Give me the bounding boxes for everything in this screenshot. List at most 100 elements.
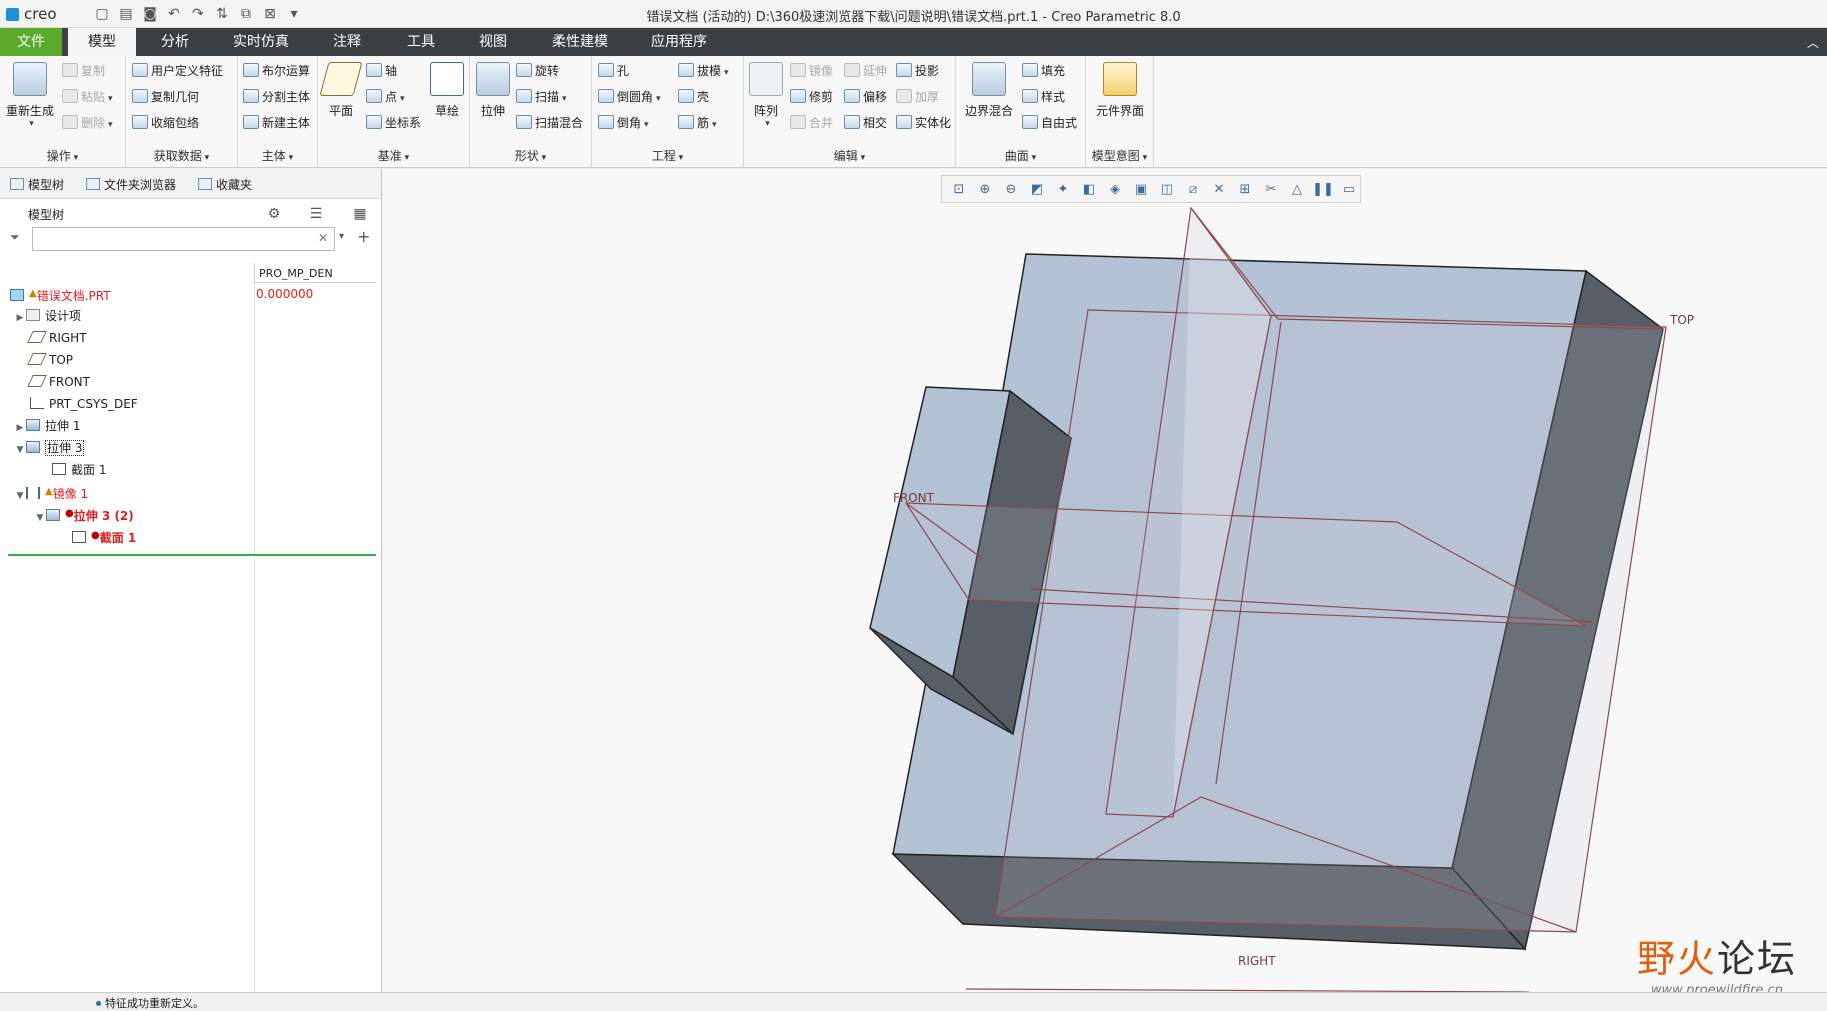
expand-icon[interactable]: ▶ — [14, 307, 26, 329]
search-dropdown-icon[interactable]: ▾ — [339, 231, 344, 242]
group-label[interactable]: 工程 — [592, 147, 743, 164]
datum-label-right[interactable]: RIGHT — [1238, 954, 1276, 968]
point-button[interactable]: 点 ▾ — [366, 86, 405, 108]
group-shapes: 拉伸 旋转 扫描 ▾ 扫描混合 形状 — [470, 56, 592, 168]
sketch-button[interactable]: 草绘 — [428, 62, 466, 119]
tree-row-extrude-1[interactable]: ▶ 拉伸 1 — [14, 415, 80, 437]
collapse-icon[interactable]: ▼ — [14, 485, 26, 507]
fill-button[interactable]: 填充 — [1022, 60, 1065, 82]
chamfer-button[interactable]: 倒角 ▾ — [598, 112, 649, 134]
trim-button[interactable]: 修剪 — [790, 86, 833, 108]
tab-live-simulation[interactable]: 实时仿真 — [216, 28, 306, 56]
column-header[interactable]: PRO_MP_DEN — [254, 263, 376, 283]
tab-applications[interactable]: 应用程序 — [634, 28, 724, 56]
tab-view[interactable]: 视图 — [458, 28, 528, 56]
mirror-button[interactable]: 镜像 — [790, 60, 833, 82]
hole-button[interactable]: 孔 — [598, 60, 629, 82]
model-viewport[interactable]: TOP FRONT RIGHT — [383, 169, 1827, 992]
delete-button[interactable]: 删除 ▾ — [62, 112, 113, 134]
collapse-ribbon-icon[interactable]: ︿ — [1807, 34, 1819, 51]
group-label[interactable]: 基准 — [318, 147, 469, 164]
collapse-icon[interactable]: ▼ — [14, 439, 26, 461]
draft-button[interactable]: 拔模 ▾ — [678, 60, 729, 82]
sweep-button[interactable]: 扫描 ▾ — [516, 86, 567, 108]
tree-columns-icon[interactable]: ☰ — [306, 204, 326, 224]
tree-row-design-items[interactable]: ▶ 设计项 — [14, 305, 81, 327]
tab-tools[interactable]: 工具 — [386, 28, 456, 56]
round-button[interactable]: 倒圆角 ▾ — [598, 86, 661, 108]
pattern-button[interactable]: 阵列 ▾ — [748, 62, 784, 129]
tree-row-extrude-3-copy[interactable]: ▼ ●拉伸 3 (2) — [34, 503, 134, 525]
group-label[interactable]: 编辑 — [744, 147, 955, 164]
rib-button[interactable]: 筋 ▾ — [678, 112, 717, 134]
swept-blend-button[interactable]: 扫描混合 — [516, 112, 583, 134]
datum-label-front[interactable]: FRONT — [893, 491, 935, 505]
merge-button[interactable]: 合并 — [790, 112, 833, 134]
boolean-button[interactable]: 布尔运算 — [243, 60, 310, 82]
group-label[interactable]: 形状 — [470, 147, 591, 164]
forum-watermark: 野火论坛 www.proewildfire.cn — [1637, 928, 1797, 998]
udf-button[interactable]: 用户定义特征 — [132, 60, 223, 82]
style-button[interactable]: 样式 — [1022, 86, 1065, 108]
insert-indicator[interactable] — [8, 554, 376, 556]
regenerate-button[interactable]: 重新生成 ▾ — [6, 62, 54, 129]
csys-button[interactable]: 坐标系 — [366, 112, 421, 134]
new-body-button[interactable]: 新建主体 — [243, 112, 310, 134]
group-label[interactable]: 模型意图 — [1086, 147, 1153, 164]
clear-icon[interactable]: ✕ — [318, 231, 328, 245]
freestyle-button[interactable]: 自由式 — [1022, 112, 1077, 134]
tab-favorites[interactable]: 收藏夹 — [198, 176, 252, 193]
collapse-icon[interactable]: ▼ — [34, 507, 46, 529]
group-label[interactable]: 操作 — [0, 147, 125, 164]
extend-button[interactable]: 延伸 — [844, 60, 887, 82]
tree-row-section-1[interactable]: 截面 1 — [52, 459, 106, 481]
tree-filter-icon[interactable]: ▦ — [350, 204, 370, 224]
tab-folder-browser[interactable]: 文件夹浏览器 — [86, 176, 176, 193]
tree-row-mirror-1[interactable]: ▼ ▲镜像 1 — [14, 481, 89, 503]
tree-row-right[interactable]: RIGHT — [27, 327, 87, 349]
tab-model-tree[interactable]: 模型树 — [10, 176, 64, 193]
tree-row-front[interactable]: FRONT — [27, 371, 90, 393]
shrinkwrap-icon — [132, 115, 148, 129]
tree-row-root[interactable]: ▲错误文档.PRT — [10, 283, 111, 305]
offset-icon — [844, 89, 860, 103]
ribbon-tabs: 文件 模型 分析 实时仿真 注释 工具 视图 柔性建模 应用程序 ︿ — [0, 28, 1827, 56]
tree-row-csys[interactable]: PRT_CSYS_DEF — [30, 393, 138, 415]
copy-geometry-button[interactable]: 复制几何 — [132, 86, 199, 108]
shrinkwrap-button[interactable]: 收缩包络 — [132, 112, 199, 134]
datum-label-top[interactable]: TOP — [1669, 313, 1694, 327]
add-icon[interactable]: + — [357, 227, 370, 246]
axis-button[interactable]: 轴 — [366, 60, 397, 82]
component-interface-button[interactable]: 元件界面 — [1092, 62, 1148, 119]
graphics-window[interactable]: ⊡ ⊕ ⊖ ◩ ✦ ◧ ◈ ▣ ◫ ⧄ ✕ ⊞ ✂ △ ❚❚ ▭ TOP FRO… — [383, 169, 1827, 992]
split-body-button[interactable]: 分割主体 — [243, 86, 310, 108]
group-label[interactable]: 主体 — [238, 147, 317, 164]
tree-row-extrude-3[interactable]: ▼ 拉伸 3 — [14, 437, 85, 461]
expand-icon[interactable]: ▶ — [14, 417, 26, 439]
tab-model[interactable]: 模型 — [68, 28, 136, 56]
tree-settings-icon[interactable]: ⚙ — [264, 204, 284, 224]
tree-row-section-1-copy[interactable]: ●截面 1 — [72, 525, 136, 547]
plane-button[interactable]: 平面 — [319, 62, 363, 119]
tree-search-input[interactable]: ✕ — [32, 227, 335, 251]
project-button[interactable]: 投影 — [896, 60, 939, 82]
tab-analysis[interactable]: 分析 — [140, 28, 210, 56]
tab-annotate[interactable]: 注释 — [312, 28, 382, 56]
boolean-icon — [243, 63, 259, 77]
intersect-button[interactable]: 相交 — [844, 112, 887, 134]
extrude-button[interactable]: 拉伸 — [474, 62, 512, 119]
tab-flexible-modeling[interactable]: 柔性建模 — [540, 28, 620, 56]
extrude-icon — [26, 419, 40, 431]
group-label[interactable]: 获取数据 — [126, 147, 237, 164]
revolve-button[interactable]: 旋转 — [516, 60, 559, 82]
tab-file[interactable]: 文件 — [0, 28, 62, 56]
paste-button[interactable]: 粘贴 ▾ — [62, 86, 113, 108]
offset-button[interactable]: 偏移 — [844, 86, 887, 108]
boundary-blend-button[interactable]: 边界混合 — [962, 62, 1016, 119]
shell-button[interactable]: 壳 — [678, 86, 709, 108]
group-label[interactable]: 曲面 — [956, 147, 1085, 164]
thicken-button[interactable]: 加厚 — [896, 86, 939, 108]
copy-button[interactable]: 复制 — [62, 60, 105, 82]
solidify-button[interactable]: 实体化 — [896, 112, 951, 134]
tree-row-top[interactable]: TOP — [27, 349, 73, 371]
